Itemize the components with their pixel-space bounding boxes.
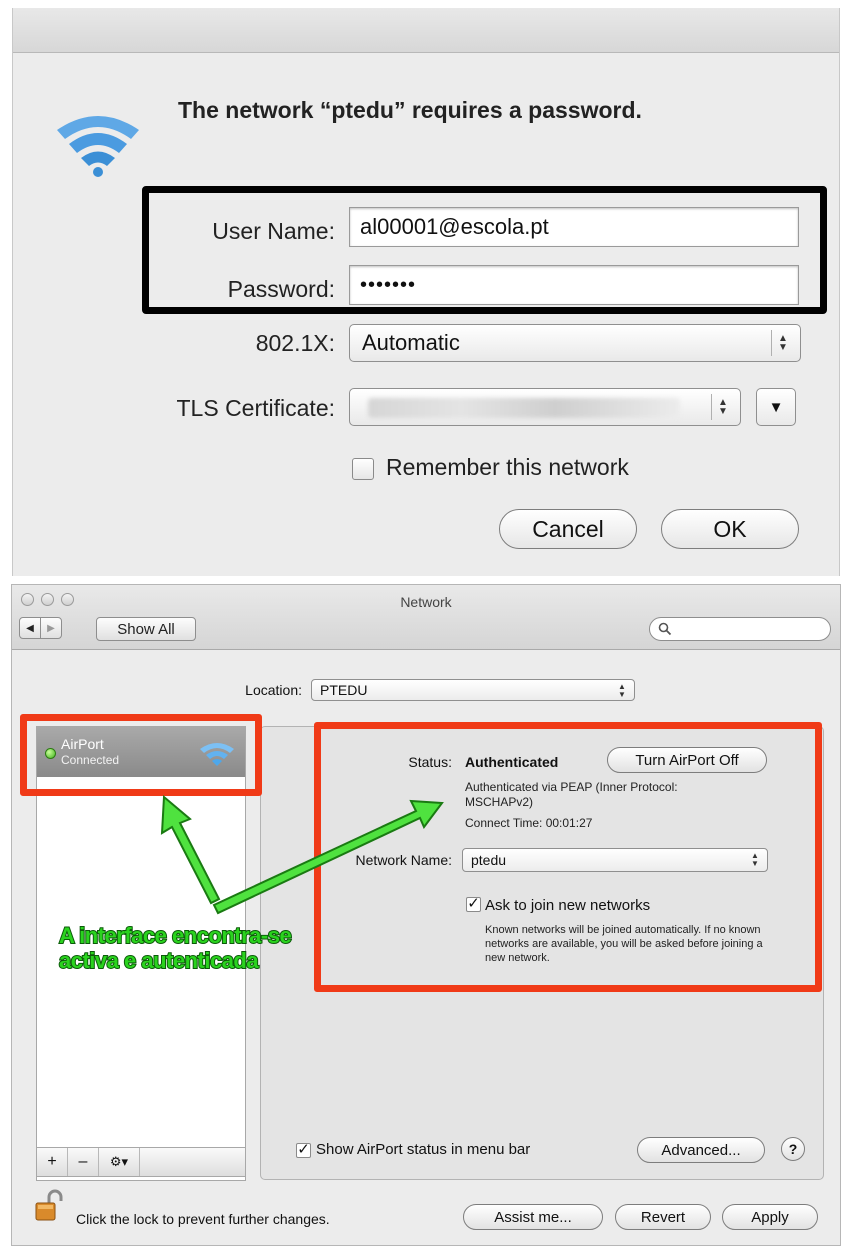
blurred-certificate-value	[368, 398, 680, 418]
window-title: Network	[400, 594, 452, 610]
annotation-arrows	[160, 794, 444, 915]
popup-stepper-icon: ▲ ▼	[771, 330, 794, 356]
checkmark-icon: ✓	[297, 1141, 310, 1158]
popup-stepper-icon: ▲ ▼	[711, 394, 734, 420]
lock-message: Click the lock to prevent further change…	[76, 1211, 330, 1227]
show-all-button[interactable]: Show All	[96, 617, 196, 641]
back-arrow-icon: ◀	[26, 622, 34, 634]
help-button[interactable]: ?	[781, 1137, 805, 1161]
advanced-button[interactable]: Advanced...	[637, 1137, 765, 1163]
assist-me-button[interactable]: Assist me...	[463, 1204, 603, 1230]
annotation-text: A interface encontra-se activa e autenti…	[58, 922, 293, 974]
search-field[interactable]	[649, 617, 831, 641]
show-status-label: Show AirPort status in menu bar	[316, 1141, 531, 1158]
back-button[interactable]: ◀	[19, 617, 41, 639]
certificate-disclosure-button[interactable]: ▼	[756, 388, 796, 426]
window-toolbar: Network ◀ ▶ Show All	[12, 585, 840, 650]
gear-icon: ⚙▾	[109, 1154, 129, 1169]
annotation-line-1: A interface encontra-se	[58, 922, 293, 949]
tls-certificate-label: TLS Certificate:	[176, 395, 336, 421]
remember-network-checkbox[interactable]	[352, 458, 374, 480]
gear-menu-button[interactable]: ⚙▾	[99, 1148, 140, 1176]
auth-8021x-popup[interactable]: Automatic ▲ ▼	[349, 324, 801, 362]
credentials-highlight-box	[142, 186, 827, 314]
add-service-button[interactable]: +	[37, 1148, 68, 1176]
remove-service-button[interactable]: –	[68, 1148, 99, 1176]
popup-stepper-icon: ▲ ▼	[618, 682, 626, 699]
remember-network-label: Remember this network	[386, 454, 629, 480]
show-status-checkbox[interactable]: ✓	[296, 1141, 311, 1158]
dialog-heading: The network “ptedu” requires a password.	[178, 97, 642, 123]
search-icon	[658, 622, 672, 636]
network-preferences-window: Network ◀ ▶ Show All Location: PTEDU ▲ ▼ …	[11, 584, 841, 1246]
ok-button[interactable]: OK	[661, 509, 799, 549]
forward-arrow-icon: ▶	[47, 622, 55, 634]
lock-icon[interactable]	[34, 1189, 64, 1223]
arrow-to-interface-icon	[160, 794, 221, 905]
location-popup[interactable]: PTEDU ▲ ▼	[311, 679, 635, 701]
location-label: Location:	[245, 682, 302, 698]
service-list-toolbar: + – ⚙▾	[36, 1147, 246, 1177]
wifi-icon	[57, 116, 139, 177]
auth-8021x-label: 802.1X:	[255, 330, 335, 356]
revert-button[interactable]: Revert	[615, 1204, 711, 1230]
dialog-titlebar	[13, 8, 839, 53]
apply-button[interactable]: Apply	[722, 1204, 818, 1230]
auth-8021x-value: Automatic	[362, 330, 460, 355]
tls-certificate-popup[interactable]: ▲ ▼	[349, 388, 741, 426]
forward-button[interactable]: ▶	[40, 617, 62, 639]
triangle-down-icon: ▼	[768, 398, 784, 416]
password-dialog: The network “ptedu” requires a password.…	[12, 8, 840, 576]
arrow-to-status-icon	[212, 799, 444, 915]
annotation-line-2: activa e autenticada	[58, 947, 260, 974]
location-value: PTEDU	[320, 682, 368, 698]
cancel-button[interactable]: Cancel	[499, 509, 637, 549]
